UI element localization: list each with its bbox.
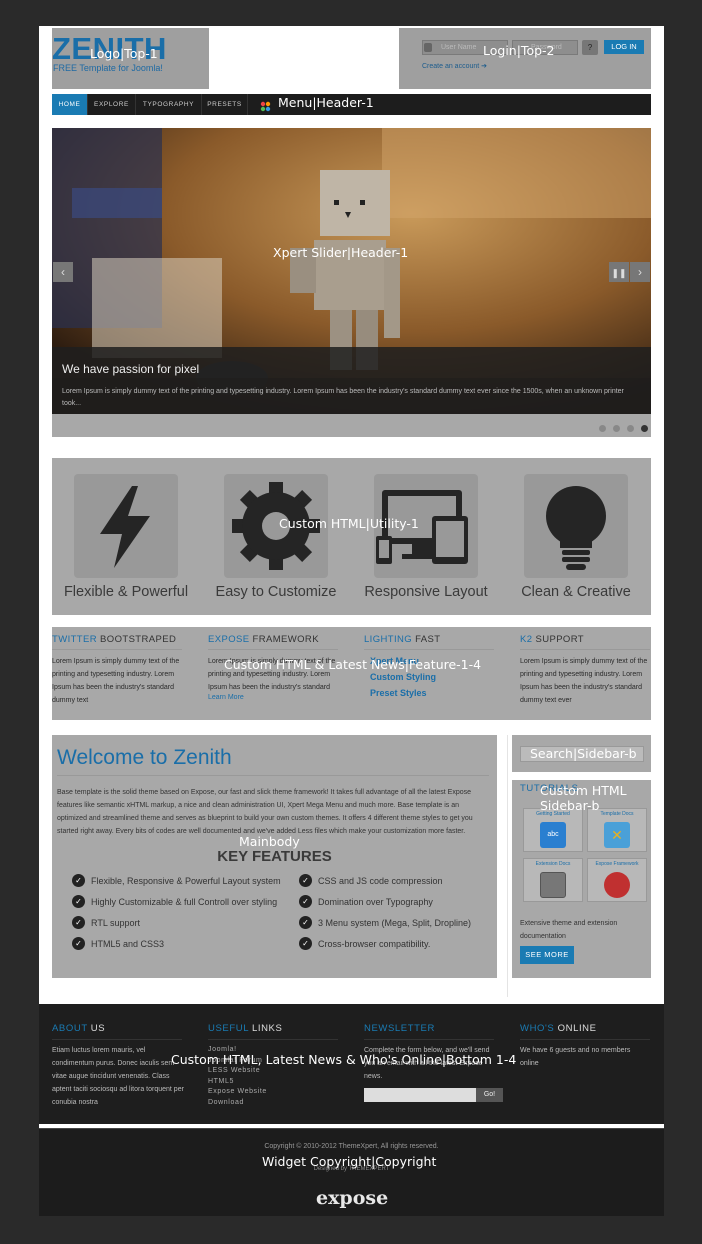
lightning-icon bbox=[74, 474, 178, 578]
slider-dot[interactable] bbox=[627, 425, 634, 432]
login-region bbox=[399, 28, 651, 89]
menu-item-typography[interactable]: TYPOGRAPHY bbox=[136, 94, 202, 115]
check-icon: ✓ bbox=[72, 937, 85, 950]
abc-icon: abc bbox=[540, 822, 566, 848]
feature-link[interactable]: Custom Styling bbox=[370, 672, 436, 682]
tutorial-label: Expose Framework bbox=[595, 861, 639, 867]
custom-annotation-1: Custom HTML bbox=[540, 783, 627, 798]
menu-item-presets[interactable]: PRESETS bbox=[202, 94, 248, 115]
feature-title: LIGHTING FAST bbox=[364, 634, 494, 650]
joomla-icon[interactable] bbox=[260, 99, 271, 112]
feature-text: Lorem Ipsum is simply dummy text of the … bbox=[520, 658, 648, 704]
learn-more-link[interactable]: Learn More bbox=[208, 694, 244, 701]
bottom-annotation: Custom HTML, Latest News & Who's Online|… bbox=[171, 1052, 517, 1067]
feature-item: Cross-browser compatibility. bbox=[318, 939, 431, 949]
menu-item-home[interactable]: HOME bbox=[52, 94, 88, 115]
bottom-text: Etiam luctus lorem mauris, vel condiment… bbox=[52, 1047, 184, 1106]
feature-title: K2 SUPPORT bbox=[520, 634, 650, 650]
sidebar-text: Extensive theme and extension documentat… bbox=[520, 920, 618, 940]
sidebar-divider bbox=[507, 735, 508, 997]
lightbulb-icon bbox=[524, 474, 628, 578]
expose-logo[interactable]: expose bbox=[316, 1187, 388, 1209]
utility-label: Easy to Customize bbox=[215, 584, 337, 600]
logo-subtitle: FREE Template for Joomla! bbox=[53, 63, 163, 73]
utility-label: Clean & Creative bbox=[521, 584, 631, 600]
utility-label: Responsive Layout bbox=[364, 584, 488, 600]
chevron-right-icon: › bbox=[638, 265, 642, 279]
tools-icon: ✕ bbox=[604, 822, 630, 848]
check-icon: ✓ bbox=[299, 895, 312, 908]
slider-dot[interactable] bbox=[613, 425, 620, 432]
create-account-link[interactable]: Create an account ➔ bbox=[422, 62, 487, 70]
feature-text: Lorem Ipsum is simply dummy text of the … bbox=[52, 658, 180, 704]
slider-dot[interactable] bbox=[599, 425, 606, 432]
menu-annotation: Menu|Header-1 bbox=[278, 95, 374, 110]
mainbody-annotation: Mainbody bbox=[239, 834, 300, 849]
switch-icon bbox=[540, 872, 566, 898]
tutorial-label: Extension Docs bbox=[535, 861, 571, 867]
feature-item: 3 Menu system (Mega, Split, Dropline) bbox=[318, 918, 472, 928]
slider-annotation: Xpert Slider|Header-1 bbox=[273, 245, 409, 260]
user-icon bbox=[424, 43, 432, 52]
logo-annotation: Logo|Top-1 bbox=[90, 46, 158, 61]
link[interactable]: HTML5 bbox=[208, 1077, 267, 1088]
username-placeholder: User Name bbox=[441, 44, 477, 51]
newsletter-submit-button[interactable]: Go! bbox=[476, 1088, 503, 1102]
bottom-title: ABOUT US bbox=[52, 1023, 182, 1040]
check-icon: ✓ bbox=[299, 916, 312, 929]
utility-label: Flexible & Powerful bbox=[63, 584, 189, 600]
custom-annotation-2: Sidebar-b bbox=[540, 798, 600, 813]
copyright-text: Copyright © 2010-2012 ThemeXpert, All ri… bbox=[264, 1143, 439, 1150]
feature-item: RTL support bbox=[91, 918, 141, 928]
chevron-left-icon: ‹ bbox=[61, 265, 65, 279]
login-button[interactable]: LOG IN bbox=[604, 40, 644, 54]
bottom-title: USEFUL LINKS bbox=[208, 1023, 338, 1040]
feature-annotation: Custom HTML & Latest News|Feature-1-4 bbox=[224, 657, 482, 672]
divider bbox=[57, 775, 489, 776]
see-more-button[interactable]: SEE MORE bbox=[520, 946, 574, 964]
expose-icon bbox=[604, 872, 630, 898]
slider-pause-button[interactable]: ❚❚ bbox=[609, 262, 629, 282]
check-icon: ✓ bbox=[299, 874, 312, 887]
main-text: Base template is the solid theme based o… bbox=[57, 789, 473, 835]
search-annotation: Search|Sidebar-b bbox=[530, 746, 637, 761]
online-text: We have 6 guests and no members online bbox=[520, 1047, 631, 1067]
menu-item-explore[interactable]: EXPLORE bbox=[88, 94, 136, 115]
feature-item: HTML5 and CSS3 bbox=[91, 939, 165, 949]
check-icon: ✓ bbox=[72, 895, 85, 908]
bottom-title: NEWSLETTER bbox=[364, 1023, 494, 1040]
utility-annotation: Custom HTML|Utility-1 bbox=[279, 516, 419, 531]
link[interactable]: Download bbox=[208, 1098, 267, 1109]
newsletter-email-input[interactable] bbox=[364, 1088, 476, 1102]
help-icon[interactable]: ? bbox=[582, 40, 598, 55]
key-features-title: KEY FEATURES bbox=[217, 848, 332, 865]
link[interactable]: Expose Website bbox=[208, 1087, 267, 1098]
link[interactable]: LESS Website bbox=[208, 1066, 267, 1077]
check-icon: ✓ bbox=[72, 874, 85, 887]
slider-next-button[interactable]: › bbox=[630, 262, 650, 282]
feature-title: TWITTER BOOTSTRAPED bbox=[52, 634, 182, 650]
slider-caption-title: We have passion for pixel bbox=[62, 362, 200, 376]
slider-dot-active[interactable] bbox=[641, 425, 648, 432]
feature-link[interactable]: Preset Styles bbox=[370, 688, 427, 698]
arrow-right-icon: ➔ bbox=[481, 63, 488, 70]
check-icon: ✓ bbox=[72, 916, 85, 929]
pause-icon: ❚❚ bbox=[611, 268, 627, 278]
page-title: Welcome to Zenith bbox=[57, 746, 232, 769]
feature-item: Domination over Typography bbox=[318, 897, 433, 907]
copyright-annotation: Widget Copyright|Copyright bbox=[262, 1154, 437, 1169]
slider-prev-button[interactable]: ‹ bbox=[53, 262, 73, 282]
feature-item: Highly Customizable & full Controll over… bbox=[91, 897, 278, 907]
bottom-title: WHO'S ONLINE bbox=[520, 1023, 650, 1040]
feature-item: Flexible, Responsive & Powerful Layout s… bbox=[91, 876, 281, 886]
feature-item: CSS and JS code compression bbox=[318, 876, 443, 886]
slider-caption-text: Lorem Ipsum is simply dummy text of the … bbox=[62, 388, 624, 407]
check-icon: ✓ bbox=[299, 937, 312, 950]
slider-pagination-bar bbox=[52, 414, 651, 437]
feature-title: EXPOSE FRAMEWORK bbox=[208, 634, 338, 650]
login-annotation: Login|Top-2 bbox=[483, 43, 555, 58]
